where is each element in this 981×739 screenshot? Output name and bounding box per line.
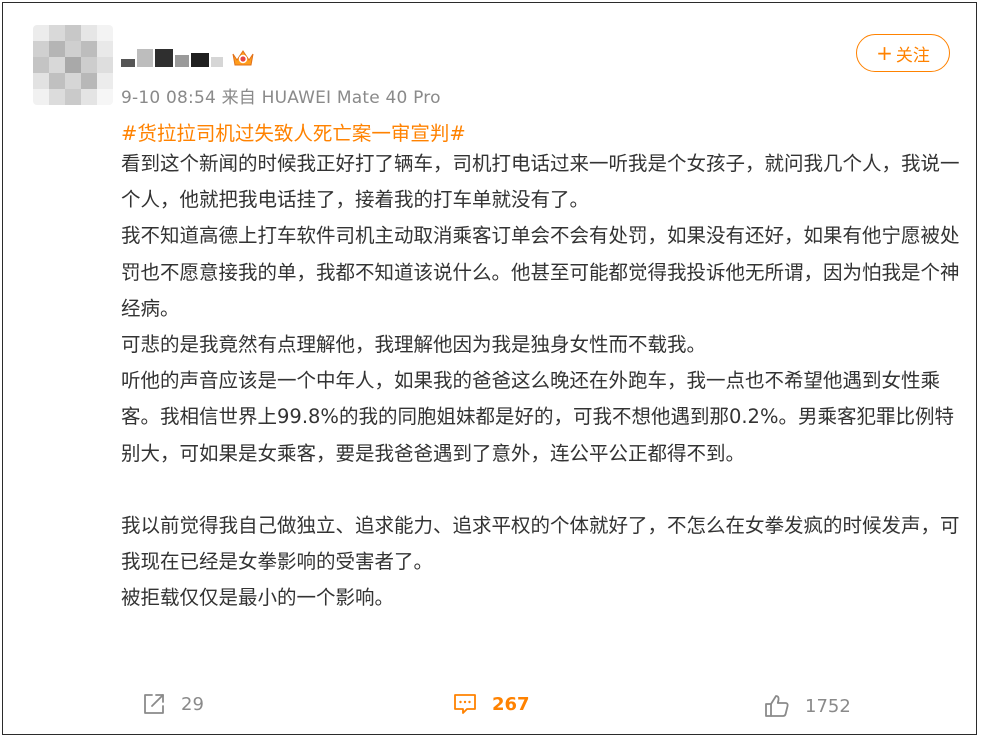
paragraph: 我不知道高德上打车软件司机主动取消乘客订单会不会有处罚，如果没有还好，如果有他宁…	[121, 224, 960, 320]
comment-count: 267	[492, 693, 530, 715]
follow-button[interactable]: + 关注	[856, 34, 950, 72]
follow-label: 关注	[895, 45, 930, 66]
plus-icon: +	[876, 41, 893, 65]
comment-icon	[452, 691, 478, 717]
comment-button[interactable]: 267	[452, 691, 530, 717]
paragraph: 被拒载仅仅是最小的一个影响。	[121, 586, 395, 610]
paragraph: 可悲的是我竟然有点理解他，我理解他因为我是独身女性而不载我。	[121, 333, 707, 357]
paragraph: 听他的声音应该是一个中年人，如果我的爸爸这么晚还在外跑车，我一点也不希望他遇到女…	[121, 369, 954, 465]
share-icon	[141, 691, 167, 717]
action-bar: 29 267 1752	[3, 687, 978, 727]
vip-crown-icon	[231, 48, 255, 68]
repost-button[interactable]: 29	[141, 691, 204, 717]
like-button[interactable]: 1752	[763, 693, 851, 719]
thumbs-up-icon	[763, 693, 791, 719]
hashtag-link[interactable]: #货拉拉司机过失致人死亡案一审宣判#	[121, 117, 466, 146]
weibo-post-card: 9-10 08:54 来自 HUAWEI Mate 40 Pro + 关注 #货…	[2, 2, 977, 735]
post-meta: 9-10 08:54 来自 HUAWEI Mate 40 Pro	[121, 88, 441, 108]
post-content: 看到这个新闻的时候我正好打了辆车，司机打电话过来一听我是个女孩子，就问我几个人，…	[121, 146, 961, 617]
paragraph: 看到这个新闻的时候我正好打了辆车，司机打电话过来一听我是个女孩子，就问我几个人，…	[121, 152, 960, 212]
like-count: 1752	[805, 695, 851, 717]
username[interactable]	[121, 43, 255, 73]
avatar[interactable]	[33, 25, 113, 105]
repost-count: 29	[181, 693, 204, 715]
paragraph: 我以前觉得我自己做独立、追求能力、追求平权的个体就好了，不怎么在女拳发疯的时候发…	[121, 514, 960, 574]
